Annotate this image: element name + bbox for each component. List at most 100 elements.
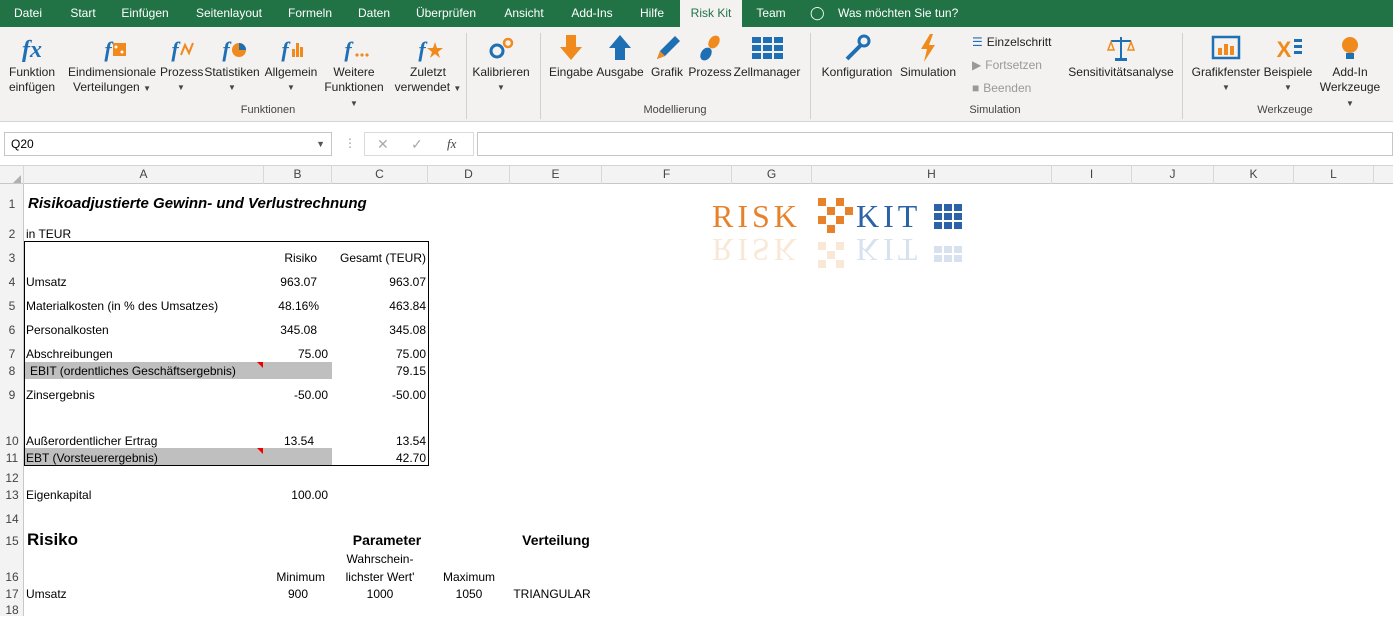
line-risiko[interactable]: 13.54 <box>264 434 314 448</box>
row-header[interactable]: 12 <box>0 471 24 485</box>
line-gesamt[interactable]: 13.54 <box>332 434 426 448</box>
parameter-header[interactable]: Parameter <box>332 532 442 549</box>
prozess-function-button[interactable]: f Prozess ▼ <box>160 33 203 95</box>
line-label[interactable]: EBIT (ordentliches Geschäftsergebnis) <box>30 364 236 378</box>
tab-einfuegen[interactable]: Einfügen <box>112 0 178 27</box>
line-risiko[interactable]: 963.07 <box>264 275 317 289</box>
header-gesamt[interactable]: Gesamt (TEUR) <box>332 251 426 265</box>
umsatz-risk-label[interactable]: Umsatz <box>26 587 67 601</box>
line-gesamt[interactable]: 75.00 <box>332 347 426 361</box>
simulation-button[interactable]: Simulation <box>896 33 960 80</box>
check-icon[interactable]: ✓ <box>411 136 423 153</box>
column-header-a[interactable]: A <box>24 166 264 184</box>
tab-start[interactable]: Start <box>58 0 108 27</box>
weitere-funktionen-button[interactable]: f Weitere Funktionen ▼ <box>322 33 386 111</box>
kalibrieren-button[interactable]: Kalibrieren ▼ <box>470 33 532 95</box>
tab-ansicht[interactable]: Ansicht <box>492 0 556 27</box>
tell-me[interactable]: ◯ Was möchten Sie tun? <box>810 0 970 27</box>
tab-seitenlayout[interactable]: Seitenlayout <box>184 0 274 27</box>
funktion-einfuegen-button[interactable]: fx Funktion einfügen <box>4 33 60 95</box>
row-header[interactable]: 4 <box>0 275 24 289</box>
column-header-h[interactable]: H <box>812 166 1052 184</box>
addin-werkzeuge-button[interactable]: Add-In Werkzeuge ▼ <box>1316 33 1384 111</box>
eindimensionale-verteilungen-button[interactable]: f Eindimensionale Verteilungen ▼ <box>66 33 158 96</box>
column-header-g[interactable]: G <box>732 166 812 184</box>
umsatz-most-likely[interactable]: 1000 <box>332 587 428 601</box>
allgemein-button[interactable]: f Allgemein ▼ <box>262 33 320 95</box>
line-risiko[interactable]: -50.00 <box>264 388 328 402</box>
sheet-title[interactable]: Risikoadjustierte Gewinn- und Verlustrec… <box>28 195 367 213</box>
beenden-button[interactable]: ■ Beenden <box>972 81 1031 96</box>
header-risiko[interactable]: Risiko <box>264 251 317 265</box>
column-header-i[interactable]: I <box>1052 166 1132 184</box>
row-header[interactable]: 2 <box>0 227 24 241</box>
tab-datei[interactable]: Datei <box>0 0 56 27</box>
konfiguration-button[interactable]: Konfiguration <box>818 33 896 80</box>
cancel-icon[interactable]: ✕ <box>377 136 389 153</box>
maximum-header[interactable]: Maximum <box>428 570 510 584</box>
sensitivitaetsanalyse-button[interactable]: Sensitivitätsanalyse <box>1068 33 1174 80</box>
chevron-down-icon[interactable]: ▼ <box>316 133 325 155</box>
line-label[interactable]: Zinsergebnis <box>26 388 95 402</box>
row-header[interactable]: 3 <box>0 251 24 265</box>
line-label[interactable]: Umsatz <box>26 275 67 289</box>
line-risiko[interactable]: 75.00 <box>264 347 328 361</box>
line-gesamt[interactable]: 345.08 <box>332 323 426 337</box>
beispiele-button[interactable]: X Beispiele ▼ <box>1262 33 1314 95</box>
name-box[interactable]: Q20 ▼ <box>4 132 332 156</box>
row-header[interactable]: 11 <box>0 451 24 465</box>
row-header[interactable]: 8 <box>0 364 24 378</box>
tab-formeln[interactable]: Formeln <box>278 0 342 27</box>
tab-ueberpruefen[interactable]: Überprüfen <box>406 0 486 27</box>
column-header-f[interactable]: F <box>602 166 732 184</box>
line-risiko[interactable]: 48.16% <box>264 299 319 313</box>
line-label[interactable]: Materialkosten (in % des Umsatzes) <box>26 299 218 313</box>
eigenkapital-label[interactable]: Eigenkapital <box>26 488 91 502</box>
row-header[interactable]: 9 <box>0 388 24 402</box>
umsatz-distribution[interactable]: TRIANGULAR <box>506 587 598 601</box>
tab-hilfe[interactable]: Hilfe <box>628 0 676 27</box>
tab-addins[interactable]: Add-Ins <box>562 0 622 27</box>
grafik-button[interactable]: Grafik <box>648 33 686 80</box>
line-gesamt[interactable]: 463.84 <box>332 299 426 313</box>
tab-team[interactable]: Team <box>746 0 796 27</box>
tab-riskkit[interactable]: Risk Kit <box>680 0 742 27</box>
line-gesamt[interactable]: 42.70 <box>332 451 426 465</box>
row-header[interactable]: 18 <box>0 603 24 617</box>
column-header-d[interactable]: D <box>428 166 510 184</box>
zellmanager-button[interactable]: Zellmanager <box>732 33 802 80</box>
column-header-c[interactable]: C <box>332 166 428 184</box>
row-header[interactable]: 16 <box>0 570 24 584</box>
line-risiko[interactable]: 345.08 <box>264 323 317 337</box>
column-header-k[interactable]: K <box>1214 166 1294 184</box>
umsatz-max[interactable]: 1050 <box>428 587 510 601</box>
column-header-j[interactable]: J <box>1132 166 1214 184</box>
risiko-section-header[interactable]: Risiko <box>27 530 78 550</box>
zuletzt-verwendet-button[interactable]: f Zuletzt verwendet ▼ <box>394 33 462 96</box>
row-header[interactable]: 15 <box>0 534 24 548</box>
formula-input[interactable] <box>477 132 1393 156</box>
einzelschritt-button[interactable]: ☰ Einzelschritt <box>972 35 1051 50</box>
line-gesamt[interactable]: 79.15 <box>332 364 426 378</box>
column-header-l[interactable]: L <box>1294 166 1374 184</box>
row-header[interactable]: 17 <box>0 587 24 601</box>
row-header[interactable]: 5 <box>0 299 24 313</box>
row-header[interactable]: 6 <box>0 323 24 337</box>
eingabe-button[interactable]: Eingabe <box>548 33 594 80</box>
line-gesamt[interactable]: 963.07 <box>332 275 426 289</box>
tab-daten[interactable]: Daten <box>346 0 402 27</box>
fx-icon[interactable]: fx <box>447 136 456 152</box>
row-header[interactable]: 7 <box>0 347 24 361</box>
wahrsch-header-line1[interactable]: Wahrschein- <box>332 552 428 566</box>
grafikfenster-button[interactable]: Grafikfenster ▼ <box>1190 33 1262 95</box>
row-header[interactable]: 10 <box>0 434 24 448</box>
line-label[interactable]: Personalkosten <box>26 323 109 337</box>
umsatz-min[interactable]: 900 <box>264 587 332 601</box>
column-header-e[interactable]: E <box>510 166 602 184</box>
eigenkapital-value[interactable]: 100.00 <box>264 488 328 502</box>
line-label[interactable]: Außerordentlicher Ertrag <box>26 434 157 448</box>
prozess-model-button[interactable]: Prozess <box>688 33 732 80</box>
unit-label[interactable]: in TEUR <box>26 227 71 241</box>
statistiken-button[interactable]: f Statistiken ▼ <box>204 33 260 95</box>
line-gesamt[interactable]: -50.00 <box>332 388 426 402</box>
